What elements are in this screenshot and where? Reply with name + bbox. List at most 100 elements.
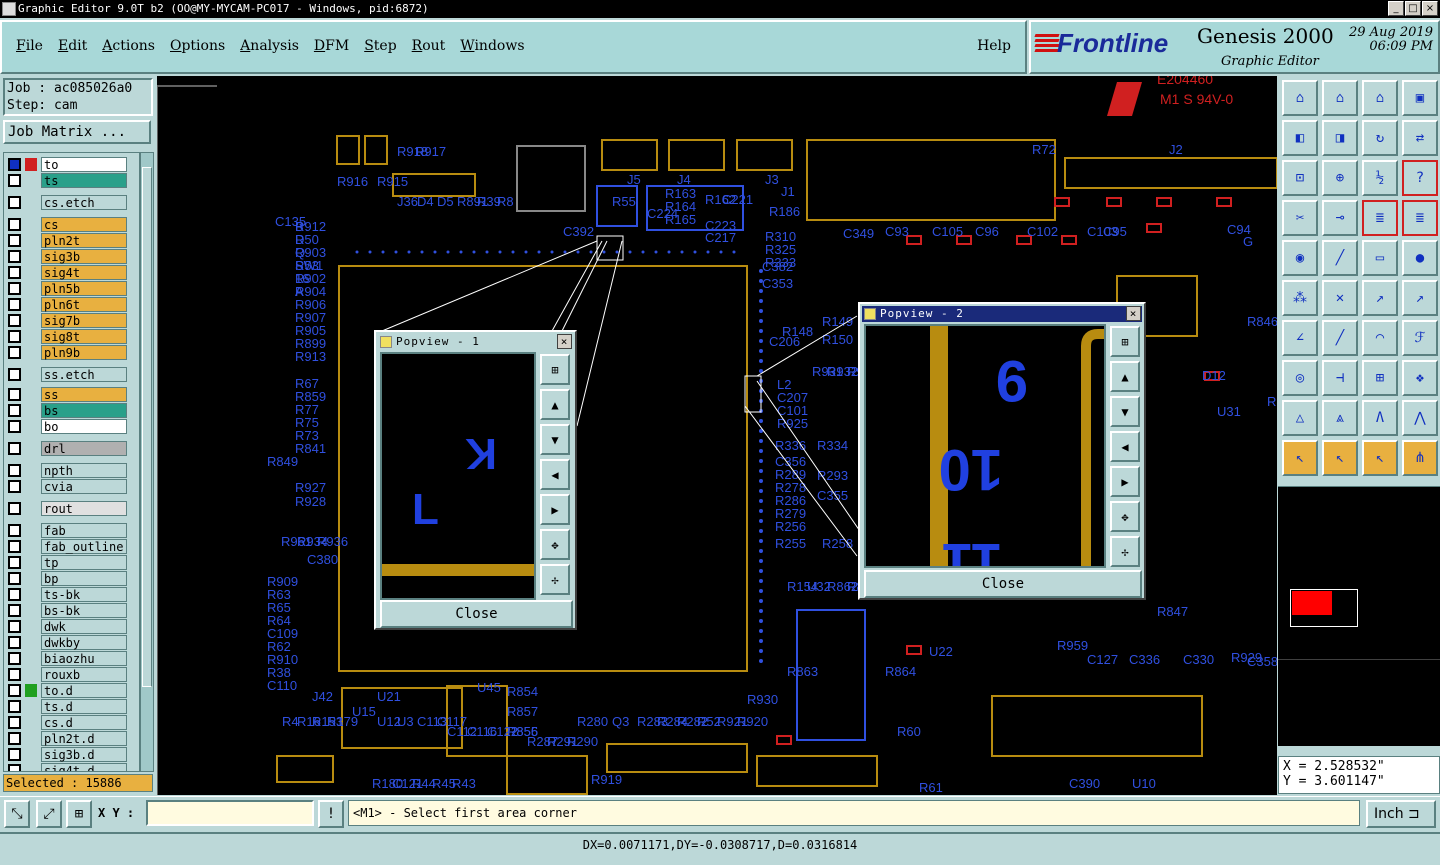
triangle-icon[interactable]: △ bbox=[1282, 400, 1318, 436]
layer-row[interactable]: cs.etch bbox=[8, 195, 127, 210]
fit-icon[interactable]: ⊡ bbox=[1282, 160, 1318, 196]
layer-checkbox[interactable] bbox=[8, 218, 21, 231]
layer-row[interactable]: rouxb bbox=[8, 667, 127, 682]
pliers-icon[interactable]: ✂ bbox=[1282, 200, 1318, 236]
layer-list-scrollbar[interactable] bbox=[140, 152, 154, 772]
menu-dfm[interactable]: DFM bbox=[314, 38, 349, 54]
measure-icon[interactable]: ⤢ bbox=[36, 800, 62, 828]
layer-row[interactable]: cs bbox=[8, 217, 127, 232]
job-matrix-button[interactable]: Job Matrix ... bbox=[3, 120, 151, 144]
layer-checkbox[interactable] bbox=[8, 732, 21, 745]
layer-name[interactable]: rout bbox=[41, 501, 127, 516]
layer-name[interactable]: ss.etch bbox=[41, 367, 127, 382]
step-left-icon[interactable]: ◧ bbox=[1282, 120, 1318, 156]
probe-icon[interactable]: ⊸ bbox=[1322, 200, 1358, 236]
snap-icon[interactable]: ◎ bbox=[1282, 360, 1318, 396]
layer-row[interactable]: sig3b bbox=[8, 249, 127, 264]
layer-checkbox[interactable] bbox=[8, 330, 21, 343]
popview-2-view[interactable]: 9 10 11 bbox=[864, 324, 1106, 596]
layer-name[interactable]: ts-bk bbox=[41, 587, 127, 602]
layer-checkbox[interactable] bbox=[8, 502, 21, 515]
move-pad-icon[interactable]: ↗ bbox=[1402, 280, 1438, 316]
popview-1-close-button[interactable]: Close bbox=[380, 600, 573, 628]
layer-checkbox[interactable] bbox=[8, 420, 21, 433]
net-icon[interactable]: ⁂ bbox=[1282, 280, 1318, 316]
layer-name[interactable]: pln2t bbox=[41, 233, 127, 248]
units-select[interactable]: Inch ⊐ bbox=[1366, 800, 1436, 828]
zoom-center-icon[interactable]: ⊕ bbox=[1322, 160, 1358, 196]
zoom-area-icon[interactable]: ⤡ bbox=[4, 800, 30, 828]
layer-name[interactable]: ts bbox=[41, 173, 127, 188]
popview-zoom-fit-icon[interactable]: ⊞ bbox=[540, 354, 570, 385]
step-right-icon[interactable]: ◨ bbox=[1322, 120, 1358, 156]
layer-row[interactable]: drl bbox=[8, 441, 127, 456]
layer-checkbox[interactable] bbox=[8, 250, 21, 263]
overview-panel[interactable] bbox=[1278, 486, 1440, 746]
layer-name[interactable]: drl bbox=[41, 441, 127, 456]
layer-checkbox[interactable] bbox=[8, 764, 21, 771]
menu-options[interactable]: Options bbox=[170, 38, 225, 54]
layer-name[interactable]: pln2t.d bbox=[41, 731, 127, 746]
popview-1-titlebar[interactable]: Popview - 1 × bbox=[378, 334, 573, 350]
layer-checkbox[interactable] bbox=[8, 196, 21, 209]
frame-icon[interactable]: ▣ bbox=[1402, 80, 1438, 116]
layer-checkbox[interactable] bbox=[8, 464, 21, 477]
popview-zoom-in-icon[interactable]: ✥ bbox=[1110, 501, 1140, 532]
a-frame-icon[interactable]: Ʌ bbox=[1362, 400, 1398, 436]
layer-name[interactable]: sig8t bbox=[41, 329, 127, 344]
layer-row[interactable]: pln9b bbox=[8, 345, 127, 360]
layers-icon[interactable]: ≣ bbox=[1362, 200, 1398, 236]
layer-row[interactable]: pln2t bbox=[8, 233, 127, 248]
popview-pan-left-icon[interactable]: ◀ bbox=[1110, 431, 1140, 462]
layer-checkbox[interactable] bbox=[8, 234, 21, 247]
layer-name[interactable]: dwk bbox=[41, 619, 127, 634]
scale-1-2-icon[interactable]: ½ bbox=[1362, 160, 1398, 196]
popview-pan-down-icon[interactable]: ▼ bbox=[1110, 396, 1140, 427]
slash-icon[interactable]: ╱ bbox=[1322, 320, 1358, 356]
layer-checkbox[interactable] bbox=[8, 524, 21, 537]
menu-help[interactable]: Help bbox=[977, 38, 1011, 54]
layer-name[interactable]: bo bbox=[41, 419, 127, 434]
home-icon[interactable]: ⌂ bbox=[1282, 80, 1318, 116]
arc-icon[interactable]: ◠ bbox=[1362, 320, 1398, 356]
popview-1-view[interactable]: K L bbox=[380, 352, 536, 600]
layer-row[interactable]: ss.etch bbox=[8, 367, 127, 382]
layer-checkbox[interactable] bbox=[8, 368, 21, 381]
arch-icon[interactable]: ⋀ bbox=[1402, 400, 1438, 436]
grid-snap-icon[interactable]: ⊞ bbox=[66, 800, 92, 828]
popview-pan-right-icon[interactable]: ▶ bbox=[1110, 466, 1140, 497]
popview-1-close-icon[interactable]: × bbox=[557, 334, 572, 349]
layer-row[interactable]: bs-bk bbox=[8, 603, 127, 618]
layer-row[interactable]: pln2t.d bbox=[8, 731, 127, 746]
layer-checkbox[interactable] bbox=[8, 314, 21, 327]
layer-checkbox[interactable] bbox=[8, 158, 21, 171]
group-icon[interactable]: ❖ bbox=[1402, 360, 1438, 396]
layer-row[interactable]: pln5b bbox=[8, 281, 127, 296]
layer-row[interactable]: bp bbox=[8, 571, 127, 586]
layer-row[interactable]: cs.d bbox=[8, 715, 127, 730]
maximize-button[interactable]: □ bbox=[1405, 1, 1421, 16]
layer-row[interactable]: ts-bk bbox=[8, 587, 127, 602]
layer-row[interactable]: sig8t bbox=[8, 329, 127, 344]
dot-select-icon[interactable]: ● bbox=[1402, 240, 1438, 276]
layer-row[interactable]: tp bbox=[8, 555, 127, 570]
popview-zoom-out-icon[interactable]: ✢ bbox=[1110, 536, 1140, 567]
angle-icon[interactable]: ∠ bbox=[1282, 320, 1318, 356]
layer-row[interactable]: bo bbox=[8, 419, 127, 434]
line-icon[interactable]: ╱ bbox=[1322, 240, 1358, 276]
layer-row[interactable]: sig4t.d bbox=[8, 763, 127, 771]
layer-name[interactable]: to bbox=[41, 157, 127, 172]
home-down-icon[interactable]: ⌂ bbox=[1322, 80, 1358, 116]
layer-row[interactable]: pln6t bbox=[8, 297, 127, 312]
layer-row[interactable]: cvia bbox=[8, 479, 127, 494]
layer-name[interactable]: sig7b bbox=[41, 313, 127, 328]
layer-checkbox[interactable] bbox=[8, 266, 21, 279]
layer-name[interactable]: sig3b bbox=[41, 249, 127, 264]
layer-name[interactable]: cs.d bbox=[41, 715, 127, 730]
layer-name[interactable]: pln9b bbox=[41, 345, 127, 360]
layer-row[interactable]: to bbox=[8, 157, 127, 172]
popview-pan-up-icon[interactable]: ▲ bbox=[1110, 361, 1140, 392]
menu-step[interactable]: Step bbox=[364, 38, 396, 54]
menu-edit[interactable]: Edit bbox=[58, 38, 87, 54]
xy-input[interactable] bbox=[146, 800, 314, 826]
